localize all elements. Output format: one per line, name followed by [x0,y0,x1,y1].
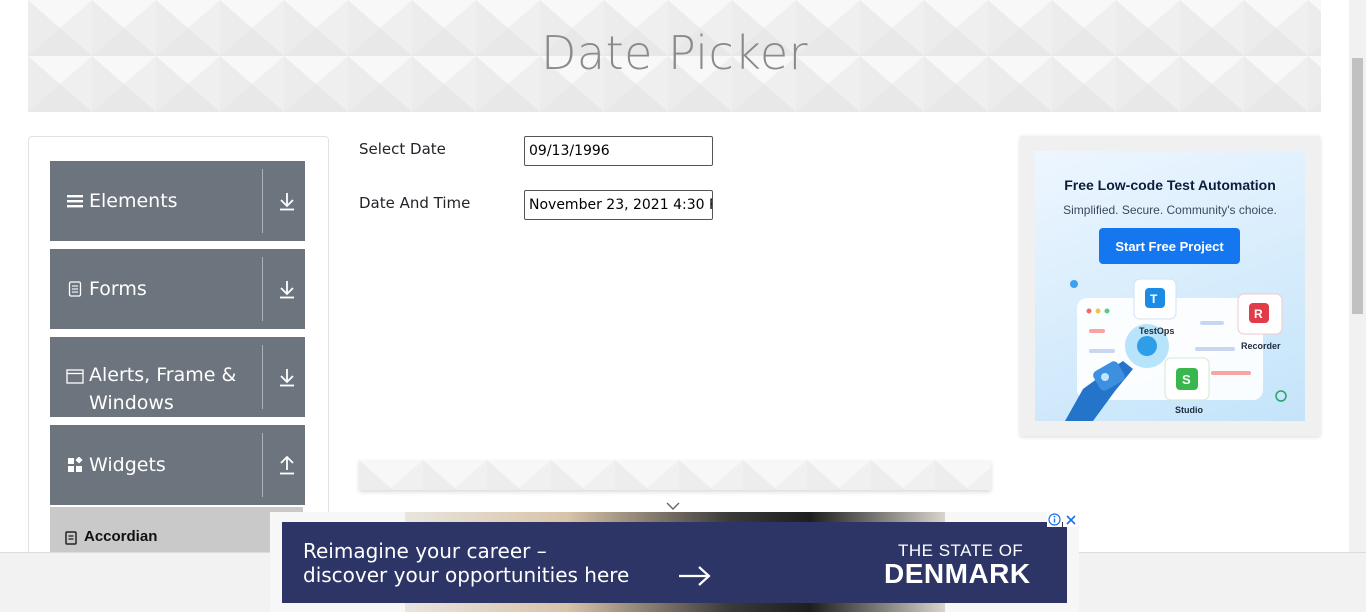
ad-illustration: T R S [1065,278,1287,421]
download-arrow-icon[interactable] [278,367,296,387]
scrollbar-thumb[interactable] [1352,58,1363,314]
document-icon [66,280,84,298]
header-banner: Date Picker [28,0,1321,112]
scrollbar[interactable] [1349,0,1366,552]
sidebar-item-label: Accordian [84,528,158,545]
divider [262,433,263,497]
divider [262,169,263,233]
strip-pattern [359,460,991,490]
svg-text:T: T [1150,292,1158,306]
page-title: Date Picker [540,26,809,80]
group-header-forms[interactable]: Forms [50,249,305,329]
group-header-widgets[interactable]: Widgets [50,425,305,505]
divider [262,257,263,321]
widgets-icon [66,456,84,474]
hamburger-icon [66,192,84,210]
date-and-time-label: Date And Time [359,194,471,212]
download-arrow-icon[interactable] [278,191,296,211]
list-icon [65,531,77,550]
ad-label-testops: TestOps [1139,326,1175,336]
window-icon [66,367,84,385]
ad-bottom-line1: Reimagine your career – [303,539,547,563]
arrow-right-icon [677,564,713,593]
svg-text:R: R [1254,307,1263,321]
group-title-forms: Forms [89,278,147,300]
download-arrow-icon[interactable] [278,279,296,299]
group-title-widgets: Widgets [89,454,166,476]
ad-bottom-line2: discover your opportunities here [303,563,630,587]
group-title-elements: Elements [89,190,178,212]
date-and-time-input[interactable]: November 23, 2021 4:30 PM [524,190,713,220]
ad-info-icon[interactable] [1047,512,1062,527]
group-header-alerts-frame-windows[interactable]: Alerts, Frame & Windows [50,337,305,417]
ad-label-studio: Studio [1175,405,1203,415]
group-title-alerts: Alerts, Frame & Windows [89,364,237,414]
group-header-elements[interactable]: Elements [50,161,305,241]
ad-right-banner[interactable]: Free Low-code Test Automation Simplified… [1020,136,1320,436]
ad-brand-line2: DENMARK [884,558,1031,589]
left-panel-accordion: Elements Forms Alerts, Frame & Windows W… [28,136,329,577]
divider [262,345,263,409]
ad-right-content: Free Low-code Test Automation Simplified… [1035,151,1305,421]
page: Date Picker Elements Forms Alerts, Frame… [0,0,1366,612]
upload-arrow-icon[interactable] [278,455,296,475]
ad-bottom-banner[interactable]: Reimagine your career – discover your op… [270,512,1079,612]
svg-text:S: S [1182,372,1191,387]
select-date-input[interactable]: 09/13/1996 [524,136,713,166]
ad-label-recorder: Recorder [1241,341,1281,351]
content-strip [359,460,991,490]
select-date-label: Select Date [359,140,446,158]
ad-close-icon[interactable] [1063,512,1078,527]
